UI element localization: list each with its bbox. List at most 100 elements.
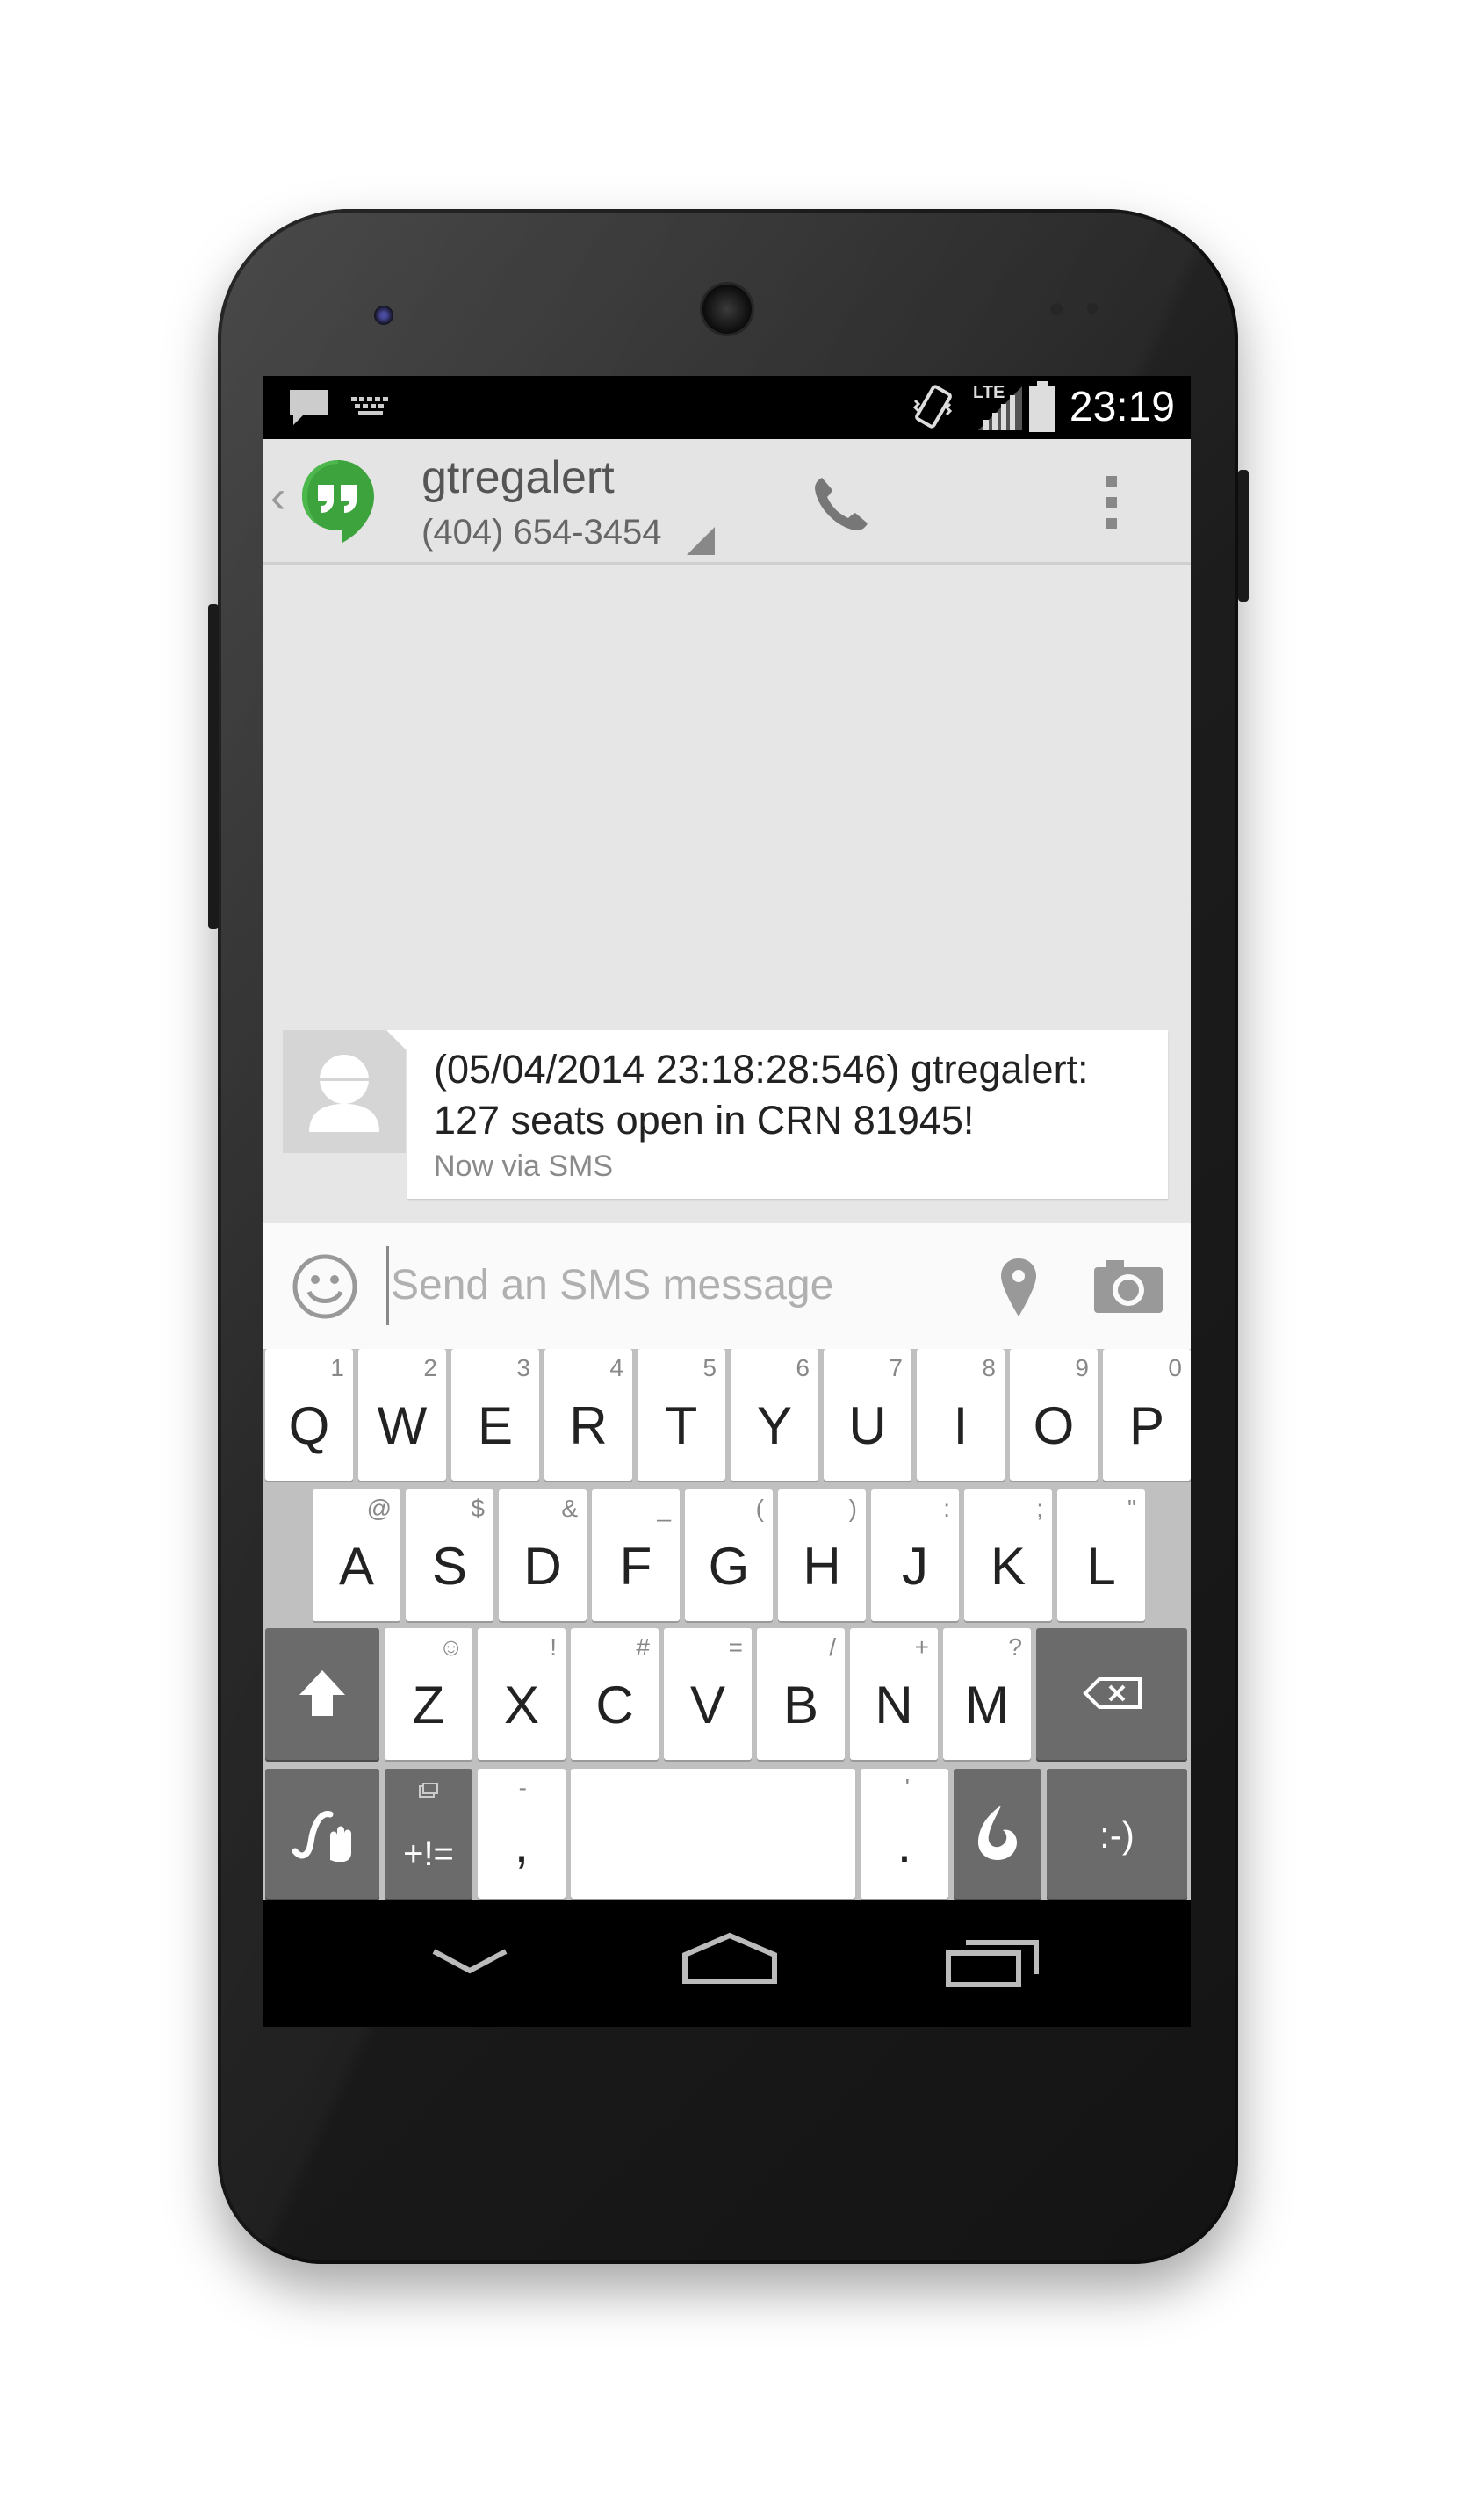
key-alt-label: !	[550, 1633, 557, 1661]
key-k[interactable]: ; K	[964, 1489, 1052, 1621]
key-y[interactable]: 6Y	[731, 1349, 818, 1481]
key-alt-label: 6	[796, 1354, 810, 1381]
compose-bar: Send an SMS message	[263, 1223, 1191, 1349]
comma-key[interactable]: - ,	[478, 1769, 566, 1899]
key-label: Y	[756, 1396, 793, 1455]
key-t[interactable]: 5T	[638, 1349, 725, 1481]
key-label: U	[848, 1396, 887, 1455]
overflow-menu-icon[interactable]	[1106, 476, 1117, 529]
key-label: Z	[412, 1676, 445, 1734]
key-h[interactable]: ) H	[778, 1489, 866, 1621]
home-icon[interactable]	[681, 1932, 778, 1985]
location-pin-icon[interactable]	[999, 1257, 1038, 1318]
key-alt-label: #	[636, 1633, 650, 1661]
swype-key[interactable]	[265, 1769, 379, 1899]
emoji-icon[interactable]	[292, 1253, 358, 1320]
symbols-key[interactable]: +!=	[385, 1769, 472, 1899]
key-label: S	[431, 1537, 468, 1596]
message-meta: Now via SMS	[434, 1150, 614, 1183]
key-s[interactable]: $ S	[406, 1489, 493, 1621]
key-q[interactable]: 1Q	[265, 1349, 353, 1481]
key-alt-label: @	[366, 1495, 392, 1522]
key-m[interactable]: ? M	[943, 1628, 1031, 1760]
key-label: H	[803, 1537, 841, 1596]
key-alt-label: "	[1127, 1495, 1136, 1522]
key-label: Q	[288, 1396, 330, 1455]
default-contact-icon	[309, 1055, 379, 1132]
key-alt-label: 1	[330, 1354, 344, 1381]
message-text: (05/04/2014 23:18:28:546) gtregalert: 12…	[434, 1047, 1089, 1143]
key-alt-label: ☺	[438, 1633, 464, 1661]
key-label: G	[708, 1537, 750, 1596]
key-f[interactable]: _ F	[592, 1489, 680, 1621]
comma-key-alt: -	[518, 1774, 527, 1801]
keyboard: 1Q2W3E4R5T6Y7U8I9O0P @ A $ S & D _ F(G) H: J; K " L …	[263, 1349, 1191, 1900]
backspace-key[interactable]	[1036, 1628, 1187, 1760]
space-key[interactable]	[571, 1769, 855, 1899]
contact-number[interactable]: (404) 654-3454	[421, 513, 662, 552]
symbols-key-label: +!=	[403, 1835, 454, 1873]
message-icon	[290, 390, 328, 425]
key-e[interactable]: 3E	[451, 1349, 539, 1481]
key-alt-label: (	[755, 1495, 764, 1522]
key-d[interactable]: & D	[499, 1489, 587, 1621]
dragon-dictation-key[interactable]	[954, 1769, 1041, 1899]
clipboard-icon	[419, 1783, 438, 1798]
back-chevron-icon[interactable]: ‹	[270, 471, 285, 523]
key-b[interactable]: / B	[757, 1628, 845, 1760]
smiley-key-label: :-)	[1099, 1814, 1135, 1856]
key-alt-label: 8	[982, 1354, 996, 1381]
back-icon[interactable]	[430, 1944, 509, 1979]
action-bar: ‹ gtregalert (404) 654-3454	[263, 439, 1191, 565]
key-z[interactable]: ☺ Z	[385, 1628, 472, 1760]
conversation-list: (05/04/2014 23:18:28:546) gtregalert: 12…	[263, 565, 1191, 1223]
key-j[interactable]: :J	[871, 1489, 959, 1621]
key-a[interactable]: @ A	[313, 1489, 400, 1621]
key-alt-label: ;	[1036, 1495, 1043, 1522]
smiley-key[interactable]: :-)	[1047, 1769, 1187, 1899]
key-label: L	[1086, 1537, 1116, 1596]
key-alt-label: 0	[1168, 1354, 1182, 1381]
key-n[interactable]: + N	[850, 1628, 938, 1760]
key-alt-label: _	[657, 1495, 671, 1522]
key-w[interactable]: 2W	[358, 1349, 446, 1481]
key-o[interactable]: 9O	[1010, 1349, 1098, 1481]
key-label: K	[990, 1537, 1027, 1596]
earpiece-speaker	[702, 285, 752, 334]
contact-dropdown-triangle-icon[interactable]	[685, 525, 717, 557]
key-label: N	[875, 1676, 913, 1734]
key-c[interactable]: # C	[571, 1628, 659, 1760]
camera-icon[interactable]	[1092, 1257, 1164, 1315]
period-key-alt: '	[904, 1774, 910, 1801]
period-key[interactable]: ' .	[861, 1769, 948, 1899]
key-l[interactable]: " L	[1057, 1489, 1145, 1621]
key-label: P	[1128, 1396, 1165, 1455]
key-alt-label: /	[829, 1633, 836, 1661]
key-u[interactable]: 7U	[824, 1349, 911, 1481]
key-r[interactable]: 4R	[544, 1349, 632, 1481]
key-alt-label: 4	[609, 1354, 623, 1381]
recents-icon[interactable]	[945, 1936, 1041, 1988]
key-g[interactable]: (G	[685, 1489, 773, 1621]
keyboard-icon	[351, 397, 388, 415]
key-alt-label: 2	[423, 1354, 437, 1381]
shift-key[interactable]	[265, 1628, 379, 1760]
key-label: W	[377, 1396, 428, 1455]
key-label: J	[902, 1537, 928, 1596]
message-input[interactable]: Send an SMS message	[386, 1246, 953, 1325]
hangouts-logo-icon[interactable]	[299, 457, 378, 544]
backspace-icon	[1083, 1677, 1142, 1709]
key-alt-label: +	[914, 1633, 929, 1661]
key-v[interactable]: = V	[664, 1628, 752, 1760]
power-button	[1238, 470, 1249, 602]
phone-icon[interactable]	[810, 472, 873, 536]
key-p[interactable]: 0P	[1103, 1349, 1191, 1481]
bubble-tail	[386, 1030, 409, 1053]
key-i[interactable]: 8I	[917, 1349, 1005, 1481]
key-alt-label: &	[561, 1495, 578, 1522]
message-bubble[interactable]: (05/04/2014 23:18:28:546) gtregalert: 12…	[407, 1030, 1168, 1199]
contact-name[interactable]: gtregalert	[421, 451, 615, 504]
shift-arrow-icon	[299, 1670, 345, 1716]
key-x[interactable]: ! X	[478, 1628, 566, 1760]
clock: 23:19	[1069, 384, 1175, 430]
